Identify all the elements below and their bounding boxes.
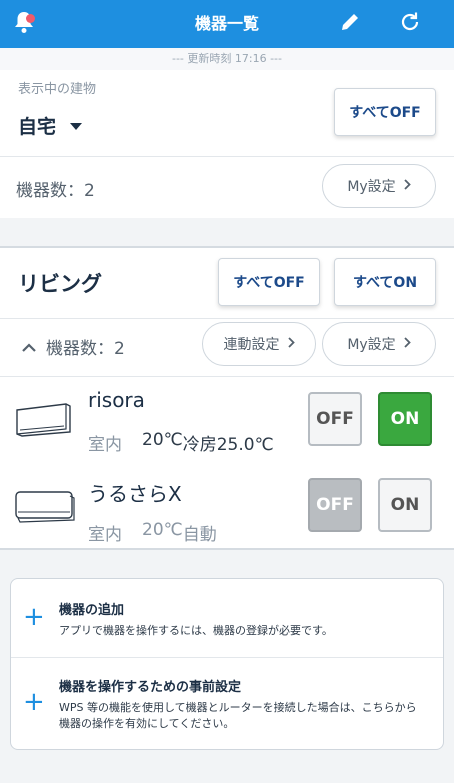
pre-setup-description: WPS 等の機能を使用して機器とルーターを接続した場合は、こちらから機器の操作を… [59,701,417,730]
link-settings-button[interactable]: 連動設定 [202,322,316,366]
device-status-prefix: 室内 [88,435,122,455]
device-mode: 自動 [182,525,217,545]
room-card: リビング すべてOFF すべてON 機器数：2 連動設定 My設定 risora [0,246,454,550]
air-conditioner-icon [14,402,72,442]
add-device-description: アプリで機器を操作するには、機器の登録が必要です。 [59,624,333,637]
building-label: 表示中の建物 [18,82,97,97]
building-selector[interactable]: 自宅 [18,112,83,139]
caret-down-icon [70,116,83,135]
room-all-off-button[interactable]: すべてOFF [218,258,320,306]
chevron-right-icon [287,336,295,352]
device-status-prefix: 室内 [88,525,122,545]
building-my-settings-button[interactable]: My設定 [322,164,436,208]
add-device-item[interactable]: + 機器の追加 アプリで機器を操作するには、機器の登録が必要です。 [11,579,443,657]
building-card: 表示中の建物 自宅 すべてOFF 機器数：2 My設定 [0,70,454,218]
divider [0,376,454,377]
add-device-title: 機器の追加 [59,603,125,618]
pencil-icon [339,11,361,37]
device-name: risora [88,388,145,412]
device-row[interactable]: risora 室内 20℃ 冷房25.0℃ OFF ON [0,378,454,464]
chevron-right-icon [404,178,411,194]
last-updated-text: --- 更新時刻 17:16 --- [0,48,454,70]
info-card: + 機器の追加 アプリで機器を操作するには、機器の登録が必要です。 + 機器を操… [10,578,444,750]
device-off-button[interactable]: OFF [308,392,362,446]
device-on-button[interactable]: ON [378,478,432,532]
my-settings-label: My設定 [347,179,396,195]
device-status: 室内 20℃ 冷房25.0℃ [88,430,274,455]
my-settings-label: My設定 [347,337,396,353]
building-all-off-button[interactable]: すべてOFF [334,88,436,136]
air-conditioner-icon [14,488,76,528]
building-name: 自宅 [18,116,57,138]
device-off-button[interactable]: OFF [308,478,362,532]
device-status: 室内 20℃ 自動 [88,520,217,545]
device-name: うるさらX [88,482,182,506]
room-name: リビング [18,272,102,296]
refresh-icon [398,10,422,38]
room-device-count: 機器数：2 [46,339,125,359]
chevron-up-icon [22,337,36,356]
pre-setup-title: 機器を操作するための事前設定 [59,680,242,695]
divider [0,318,454,319]
edit-button[interactable] [334,8,366,40]
room-collapse-toggle[interactable]: 機器数：2 [22,334,125,359]
app-header: 機器一覧 [0,0,454,48]
plus-icon: + [23,602,45,632]
divider [0,156,454,157]
room-all-on-button[interactable]: すべてON [334,258,436,306]
room-my-settings-button[interactable]: My設定 [322,322,436,366]
link-settings-label: 連動設定 [223,337,280,353]
building-device-count: 機器数：2 [16,181,95,201]
chevron-right-icon [404,336,411,352]
device-mode: 冷房25.0℃ [182,435,274,455]
plus-icon: + [23,687,45,717]
device-on-button[interactable]: ON [378,392,432,446]
pre-setup-item[interactable]: + 機器を操作するための事前設定 WPS 等の機能を使用して機器とルーターを接続… [11,658,443,750]
device-row[interactable]: うるさらX 室内 20℃ 自動 OFF ON [0,466,454,552]
refresh-button[interactable] [394,8,426,40]
device-room-temp: 20℃ [142,430,183,450]
device-room-temp: 20℃ [142,520,183,540]
page-title: 機器一覧 [194,14,259,33]
